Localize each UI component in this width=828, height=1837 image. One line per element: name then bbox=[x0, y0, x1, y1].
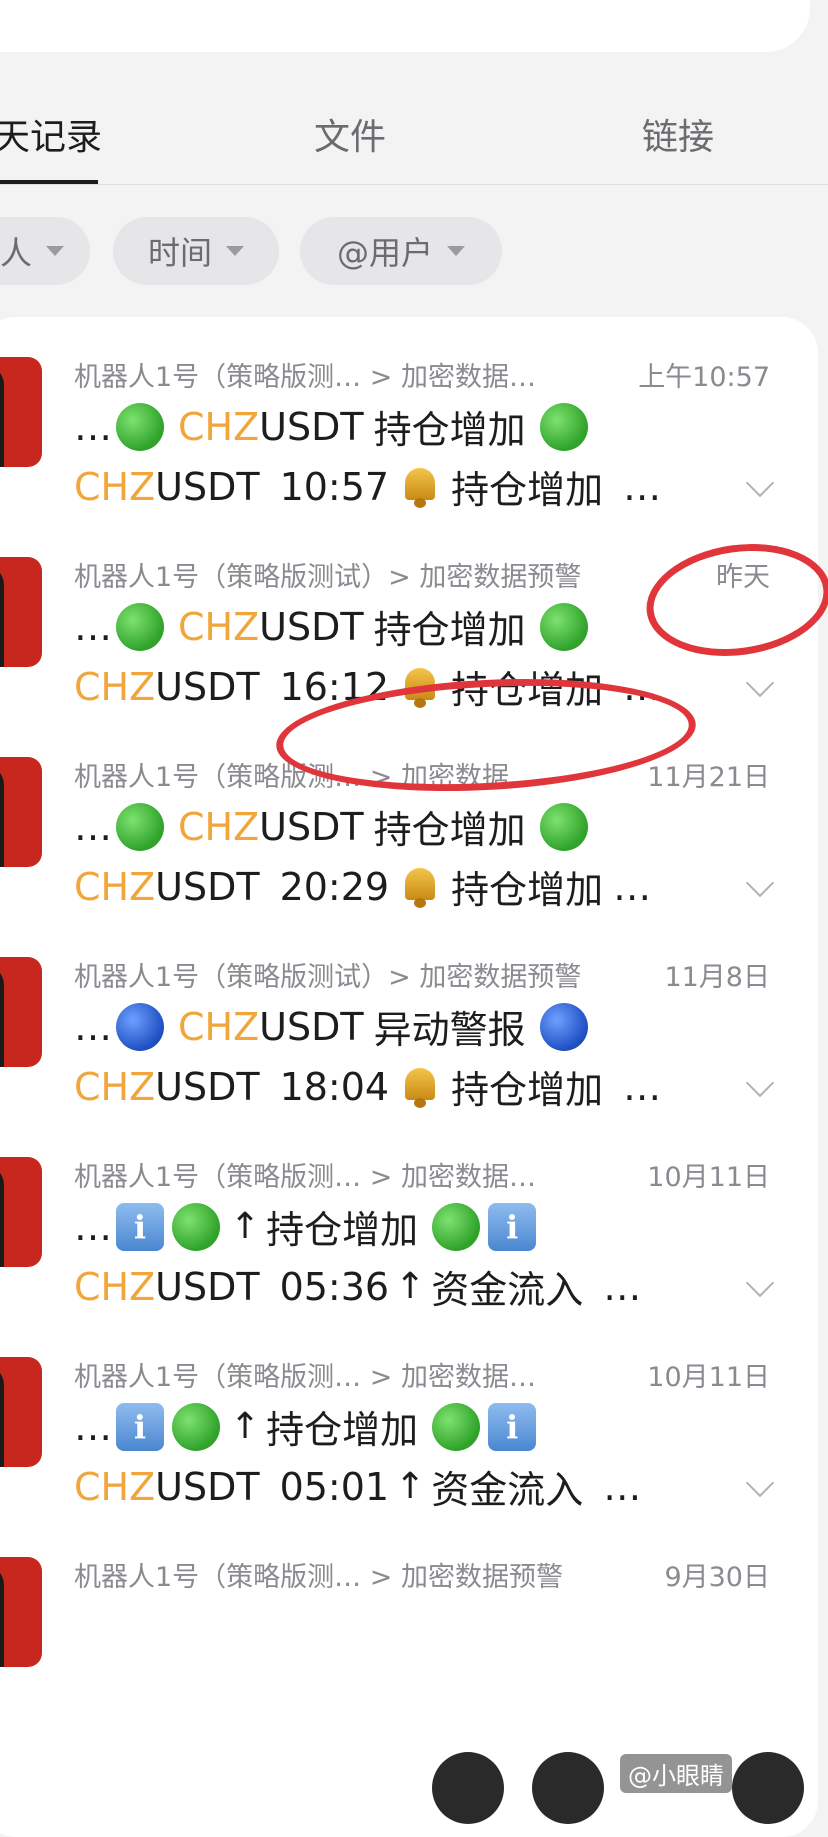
more-button[interactable] bbox=[732, 1752, 804, 1824]
avatar[interactable] bbox=[0, 1557, 42, 1667]
green-circle-icon bbox=[116, 402, 164, 451]
message-source: 机器人1号（策略版测… > 加密数据预警 bbox=[74, 1562, 563, 1593]
message-preview-line1: … i ↑ 持仓增加 i bbox=[74, 1199, 540, 1254]
bell-icon bbox=[397, 1064, 443, 1110]
blue-circle-icon bbox=[116, 1002, 164, 1051]
green-circle-icon bbox=[539, 402, 588, 451]
filter-sender-label: 人 bbox=[0, 234, 33, 272]
bell-icon bbox=[397, 464, 443, 510]
message-time: 10月11日 bbox=[647, 1162, 770, 1193]
expand-chevron-icon[interactable] bbox=[745, 1468, 775, 1498]
info-icon: i bbox=[488, 1402, 537, 1451]
avatar[interactable] bbox=[0, 357, 42, 467]
tab-links[interactable]: 链接 bbox=[642, 108, 714, 160]
expand-chevron-icon[interactable] bbox=[745, 468, 775, 498]
message-preview-line2: CHZ USDT 18:04 持仓增加… bbox=[74, 1064, 662, 1113]
green-circle-icon bbox=[432, 1402, 481, 1451]
expand-chevron-icon[interactable] bbox=[745, 1068, 775, 1098]
tab-files[interactable]: 文件 bbox=[314, 108, 386, 160]
expand-chevron-icon[interactable] bbox=[745, 868, 775, 898]
green-circle-icon bbox=[539, 602, 588, 651]
message-time: 上午10:57 bbox=[638, 362, 770, 393]
expand-chevron-icon[interactable] bbox=[745, 668, 775, 698]
message-preview-line2: CHZ USDT 05:01 ↑ 资金流入… bbox=[74, 1464, 642, 1513]
search-bar[interactable]: chz bbox=[0, 0, 810, 52]
info-icon: i bbox=[488, 1202, 537, 1251]
message-item[interactable]: 机器人1号（策略版测… > 加密数据预警 9月30日 bbox=[0, 1517, 828, 1745]
green-circle-icon bbox=[116, 602, 164, 651]
avatar[interactable] bbox=[0, 1157, 42, 1267]
message-preview-line2: CHZ USDT 20:29 持仓增加… bbox=[74, 864, 652, 913]
green-circle-icon bbox=[432, 1202, 481, 1251]
message-time: 9月30日 bbox=[664, 1562, 770, 1593]
download-button[interactable] bbox=[532, 1752, 604, 1824]
avatar[interactable] bbox=[0, 557, 42, 667]
dropdown-arrow-icon bbox=[447, 246, 465, 256]
filter-mention-label: @用户 bbox=[336, 234, 433, 272]
message-item[interactable]: 机器人1号（策略版测试）> 加密数据预警 11月8日 … CHZ USDT 异动警报 … bbox=[0, 917, 828, 1145]
info-icon: i bbox=[116, 1202, 164, 1251]
divider bbox=[0, 184, 828, 185]
message-preview-line1: … i ↑ 持仓增加 i bbox=[74, 1399, 540, 1454]
tab-bar: 天记录 文件 链接 bbox=[0, 90, 828, 186]
message-time: 11月8日 bbox=[664, 962, 770, 993]
green-circle-icon bbox=[172, 1202, 220, 1251]
message-item[interactable]: 机器人1号（策略版测… > 加密数据… 10月11日 … i ↑ 持仓增加 i CHZ U… bbox=[0, 1317, 828, 1545]
avatar[interactable] bbox=[0, 1357, 42, 1467]
expand-chevron-icon[interactable] bbox=[745, 1268, 775, 1298]
dropdown-arrow-icon bbox=[226, 246, 244, 256]
message-preview-line1: … CHZ USDT 异动警报 bbox=[74, 999, 592, 1054]
blue-circle-icon bbox=[539, 1002, 588, 1051]
filter-sender[interactable]: 人 bbox=[0, 217, 90, 285]
avatar[interactable] bbox=[0, 957, 42, 1067]
message-time: 10月11日 bbox=[647, 1362, 770, 1393]
tab-chat-history[interactable]: 天记录 bbox=[0, 108, 102, 160]
watermark: @小眼睛 bbox=[620, 1754, 732, 1793]
message-source: 机器人1号（策略版测试）> 加密数据预警 bbox=[74, 962, 582, 993]
message-preview-line2: CHZ USDT 05:36 ↑ 资金流入… bbox=[74, 1264, 642, 1313]
filter-time-label: 时间 bbox=[147, 234, 212, 272]
message-preview-line2: CHZ USDT 10:57 持仓增加… bbox=[74, 464, 662, 513]
filter-time[interactable]: 时间 bbox=[113, 217, 279, 285]
message-source: 机器人1号（策略版测… > 加密数据… bbox=[74, 362, 536, 393]
avatar[interactable] bbox=[0, 757, 42, 867]
message-time: 11月21日 bbox=[647, 762, 770, 793]
message-source: 机器人1号（策略版测… > 加密数据… bbox=[74, 1362, 536, 1393]
message-source: 机器人1号（策略版测试）> 加密数据预警 bbox=[74, 562, 582, 593]
share-button[interactable] bbox=[432, 1752, 504, 1824]
message-preview-line1: … CHZ USDT 持仓增加 bbox=[74, 599, 592, 654]
bell-icon bbox=[397, 864, 443, 910]
green-circle-icon bbox=[172, 1402, 220, 1451]
message-item[interactable]: 机器人1号（策略版测… > 加密数据… 上午10:57 … CHZ USDT 持仓增加… bbox=[0, 317, 828, 545]
info-icon: i bbox=[116, 1402, 164, 1451]
message-preview-line1: … CHZ USDT 持仓增加 bbox=[74, 799, 592, 854]
dropdown-arrow-icon bbox=[46, 246, 65, 256]
message-preview-line1: … CHZ USDT 持仓增加 bbox=[74, 399, 592, 454]
message-item[interactable]: 机器人1号（策略版测… > 加密数据… 10月11日 … i ↑ 持仓增加 i CHZ U… bbox=[0, 1117, 828, 1345]
green-circle-icon bbox=[539, 802, 588, 851]
filter-mention-user[interactable]: @用户 bbox=[300, 217, 502, 285]
message-source: 机器人1号（策略版测… > 加密数据… bbox=[74, 1162, 536, 1193]
green-circle-icon bbox=[116, 802, 164, 851]
